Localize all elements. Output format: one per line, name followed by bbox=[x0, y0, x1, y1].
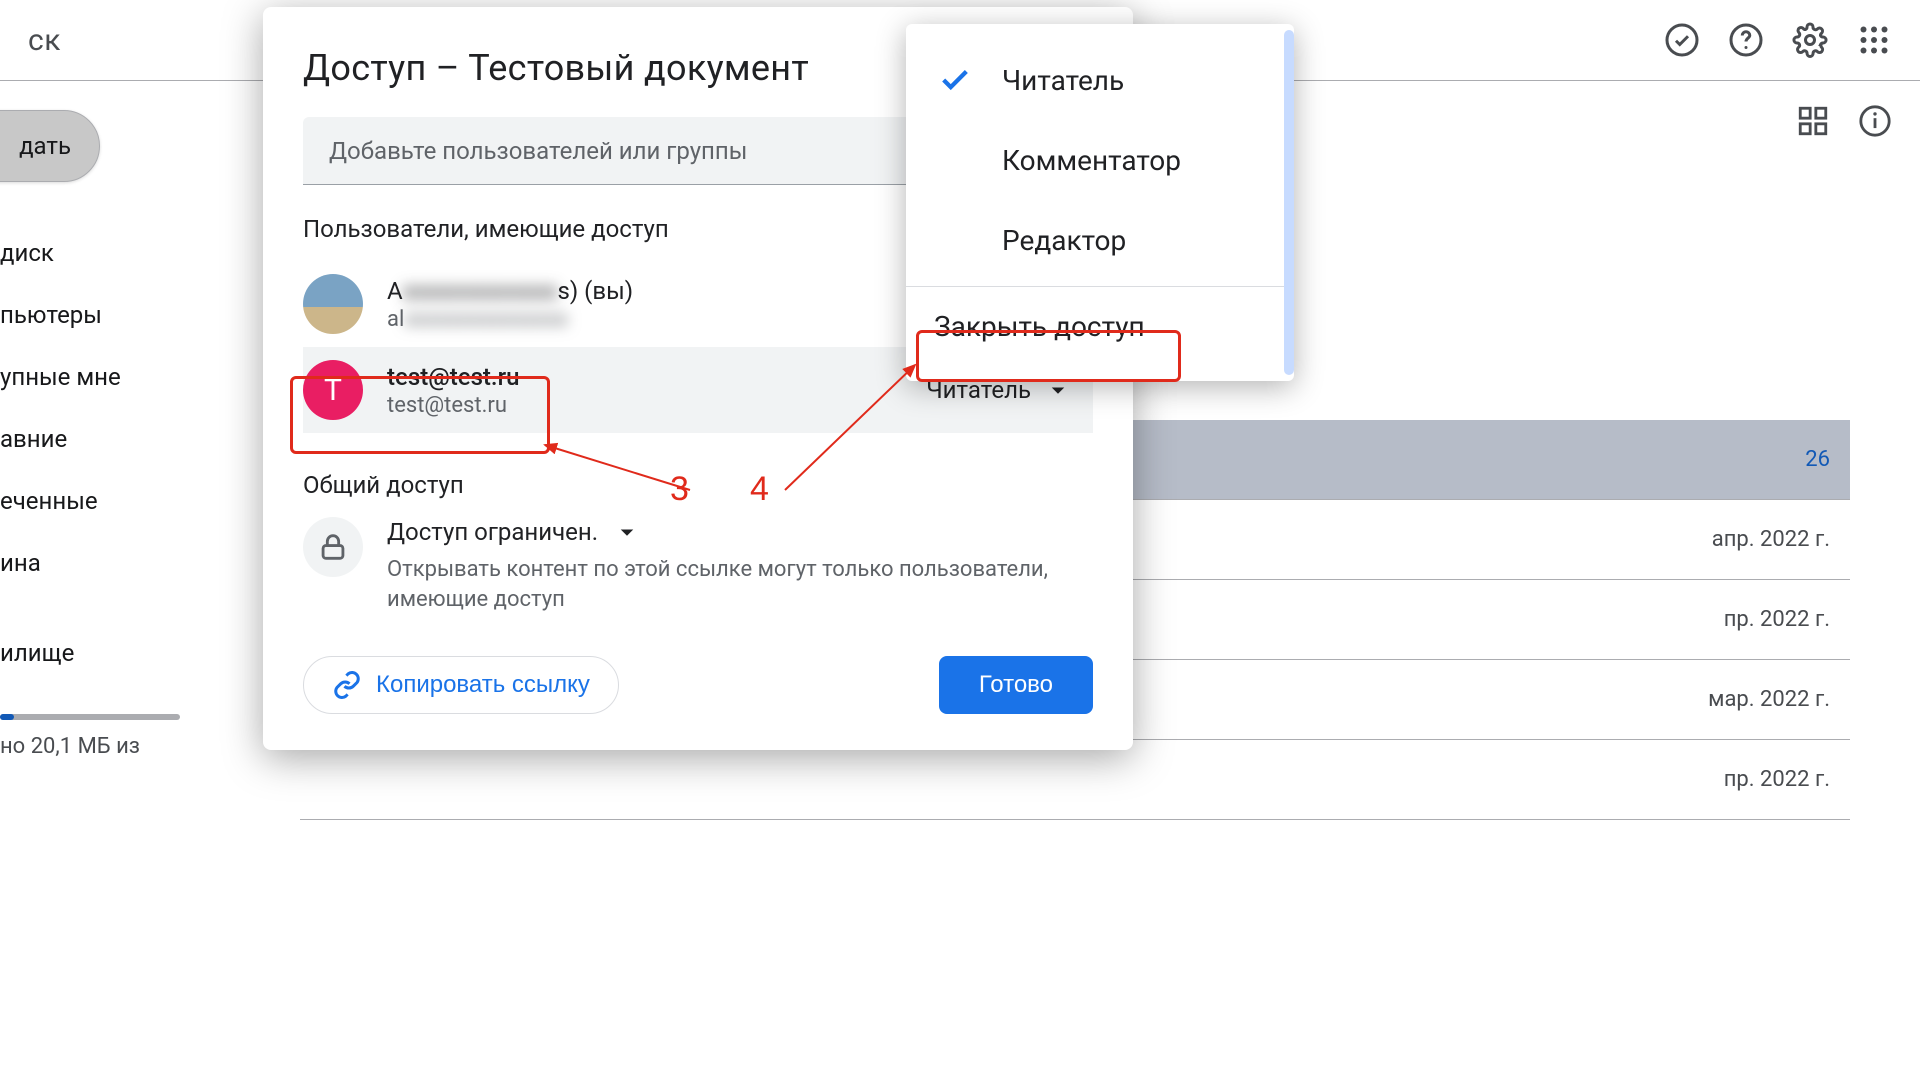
role-option-label: Закрыть доступ bbox=[934, 310, 1145, 343]
test-user-email: test@test.ru bbox=[387, 393, 519, 418]
drive-sidebar: дать диск пьютеры упные мне авние еченны… bbox=[0, 80, 300, 1080]
link-icon bbox=[332, 670, 362, 700]
copy-link-button[interactable]: Копировать ссылку bbox=[303, 656, 619, 714]
owner-avatar bbox=[303, 274, 363, 334]
file-date: 26 bbox=[1805, 447, 1850, 472]
file-date: пр. 2022 г. bbox=[1724, 767, 1850, 792]
sidebar-item[interactable]: диск bbox=[0, 222, 300, 284]
restricted-dropdown[interactable]: Доступ ограничен. bbox=[387, 517, 1093, 547]
view-grid-icon[interactable] bbox=[1796, 104, 1830, 138]
sidebar-item[interactable]: ина bbox=[0, 532, 300, 594]
test-user-avatar: T bbox=[303, 360, 363, 420]
apps-grid-icon[interactable] bbox=[1856, 22, 1892, 58]
storage-text: но 20,1 МБ из bbox=[0, 734, 140, 759]
role-option-commenter[interactable]: Комментатор bbox=[906, 120, 1294, 200]
ready-offline-icon[interactable] bbox=[1664, 22, 1700, 58]
role-option-reader[interactable]: Читатель bbox=[906, 40, 1294, 120]
settings-gear-icon[interactable] bbox=[1792, 22, 1828, 58]
owner-name: Axxxxxxxxxxxxxs) (вы) bbox=[387, 277, 633, 305]
file-date: апр. 2022 г. bbox=[1712, 527, 1850, 552]
general-access-row: Доступ ограничен. Открывать контент по э… bbox=[303, 517, 1093, 614]
role-option-label: Читатель bbox=[1002, 64, 1124, 97]
sidebar-item[interactable]: авние bbox=[0, 408, 300, 470]
role-option-label: Редактор bbox=[1002, 224, 1126, 257]
menu-separator bbox=[906, 286, 1294, 287]
role-option-editor[interactable]: Редактор bbox=[906, 200, 1294, 280]
info-icon[interactable] bbox=[1858, 104, 1892, 138]
help-icon[interactable] bbox=[1728, 22, 1764, 58]
add-people-placeholder: Добавьте пользователей или группы bbox=[329, 137, 747, 165]
lock-icon bbox=[303, 517, 363, 577]
storage-bar bbox=[0, 714, 180, 720]
new-button[interactable]: дать bbox=[0, 110, 100, 182]
file-date: мар. 2022 г. bbox=[1708, 687, 1850, 712]
sidebar-item[interactable]: илище bbox=[0, 622, 300, 684]
sidebar-item[interactable]: пьютеры bbox=[0, 284, 300, 346]
restricted-label: Доступ ограничен. bbox=[387, 518, 598, 546]
role-menu: Читатель Комментатор Редактор Закрыть до… bbox=[906, 24, 1294, 381]
sidebar-item[interactable]: упные мне bbox=[0, 346, 300, 408]
check-icon bbox=[938, 63, 972, 97]
sidebar-item[interactable]: еченные bbox=[0, 470, 300, 532]
general-access-heading: Общий доступ bbox=[303, 471, 1093, 499]
file-row[interactable]: пр. 2022 г. bbox=[300, 740, 1850, 820]
restricted-description: Открывать контент по этой ссылке могут т… bbox=[387, 555, 1093, 614]
caret-down-icon bbox=[612, 517, 642, 547]
role-option-remove-access[interactable]: Закрыть доступ bbox=[906, 293, 1294, 359]
storage-indicator: но 20,1 МБ из bbox=[0, 714, 300, 759]
done-button[interactable]: Готово bbox=[939, 656, 1093, 714]
file-date: пр. 2022 г. bbox=[1724, 607, 1850, 632]
test-user-name: test@test.ru bbox=[387, 363, 519, 391]
drive-logo-text: ск bbox=[28, 23, 61, 58]
role-option-label: Комментатор bbox=[1002, 144, 1181, 177]
owner-email: alxxxxxxxxxxxxxxx bbox=[387, 307, 633, 332]
copy-link-label: Копировать ссылку bbox=[376, 671, 590, 699]
